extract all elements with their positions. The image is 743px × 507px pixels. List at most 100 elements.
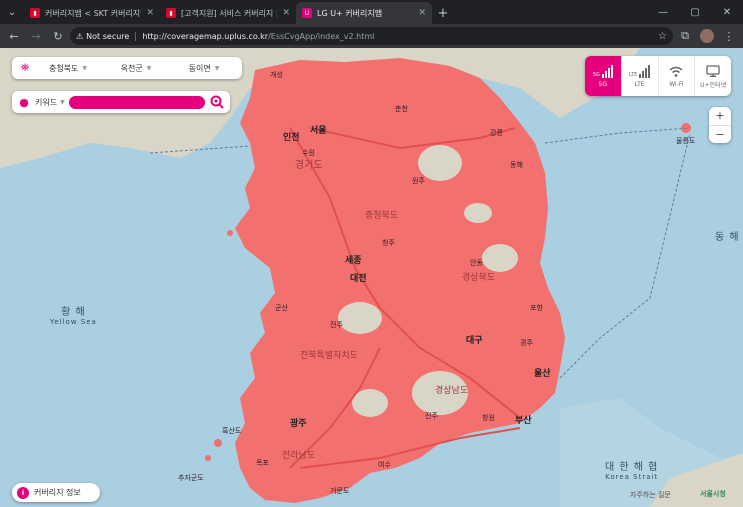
province-label: 경기도 — [295, 160, 323, 171]
place-label: 강릉 — [490, 129, 503, 137]
reload-icon[interactable]: ↻ — [48, 26, 68, 46]
sea-label-strait: 대 한 해 협 Korea Strait — [605, 458, 658, 481]
town-select[interactable]: 동이면 ▼ — [172, 63, 236, 74]
address-bar[interactable]: ⚠ Not secure http://coveragemap.uplus.co… — [70, 27, 673, 45]
place-label: 추자군도 — [178, 474, 204, 482]
network-label: U+인터넷 — [700, 82, 727, 89]
zoom-out-button[interactable]: − — [709, 126, 731, 144]
uncovered-area — [338, 302, 382, 334]
lguplus-favicon-icon: U — [302, 8, 312, 18]
place-label: 대전 — [350, 274, 367, 284]
region-selector: ⛯ 충청북도 ▼ 옥천군 ▼ 동이면 ▼ — [12, 57, 242, 79]
tab-lguplus[interactable]: U LG U+ 커버리지맵 ✕ — [296, 2, 432, 24]
sea-label-east: 동 해 — [715, 228, 740, 243]
url-path: /EssCvgApp/index_v2.html — [268, 31, 375, 41]
place-label: 군산 — [275, 304, 288, 312]
chevron-down-icon: ▼ — [82, 64, 88, 72]
menu-kebab-icon[interactable]: ⋮ — [719, 26, 739, 46]
province-label: 경상남도 — [435, 386, 469, 396]
site-info-button[interactable]: ⚠ Not secure — [76, 31, 137, 41]
place-label: 광주 — [290, 419, 307, 429]
close-window-icon[interactable]: ✕ — [711, 0, 743, 24]
keyword-input[interactable] — [68, 95, 205, 109]
warning-icon: ⚠ — [76, 31, 84, 41]
url-text: http://coveragemap.uplus.co.kr/EssCvgApp… — [142, 32, 374, 41]
extensions-icon[interactable]: ⧉ — [675, 26, 695, 46]
province-select[interactable]: 충청북도 ▼ — [36, 63, 100, 74]
place-label: 안동 — [470, 259, 483, 267]
place-label: 전주 — [330, 321, 343, 329]
tab-search-button[interactable]: ⌄ — [0, 0, 24, 24]
back-arrow-icon[interactable]: ← — [4, 26, 24, 46]
place-label: 개성 — [270, 71, 283, 79]
location-pin-icon: ● — [19, 95, 29, 109]
keyword-search: ● 키워드 ▼ — [12, 91, 230, 113]
tab-title: LG U+ 커버리지맵 — [317, 8, 383, 18]
place-label: 인천 — [283, 133, 300, 143]
tab-kt[interactable]: ▮ [고객지원] 서비스 커버리지 | KT ✕ — [160, 2, 296, 24]
signal-bars-icon: 5G — [593, 64, 613, 78]
keyword-type-label: 키워드 — [35, 97, 58, 107]
chevron-down-icon: ▼ — [214, 64, 220, 72]
keyword-type-select[interactable]: 키워드 ▼ — [35, 97, 65, 108]
place-label: 경주 — [520, 339, 533, 347]
avatar — [700, 29, 714, 43]
place-label: 흑산도 — [222, 427, 242, 435]
coverage-area — [235, 58, 565, 503]
network-wifi-button[interactable]: Wi-Fi — [659, 56, 696, 96]
tab-skt[interactable]: ▮ 커버리지맵 < SKT 커버리지맵 ✕ — [24, 2, 160, 24]
search-icon — [210, 95, 224, 109]
place-label: 창원 — [482, 414, 495, 422]
map-region-icon: ⛯ — [20, 61, 30, 74]
window-controls: — ▢ ✕ — [647, 0, 743, 24]
place-label: 동해 — [510, 161, 523, 169]
network-label: Wi-Fi — [669, 81, 684, 88]
province-label: 전북특별자치도 — [300, 351, 358, 361]
monitor-icon — [706, 63, 720, 77]
forward-arrow-icon[interactable]: → — [26, 26, 46, 46]
maximize-icon[interactable]: ▢ — [679, 0, 711, 24]
network-label: 5G — [598, 81, 608, 88]
coverage-info-button[interactable]: i 커버리지 정보 — [12, 483, 100, 502]
minimize-icon[interactable]: — — [647, 0, 679, 24]
network-lte-button[interactable]: LTE LTE — [622, 56, 659, 96]
uncovered-area — [352, 389, 388, 417]
faq-link[interactable]: 자주하는 질문 — [630, 490, 671, 500]
place-label: 서울 — [310, 126, 327, 136]
network-label: LTE — [634, 81, 645, 88]
sea-name-en: Yellow Sea — [50, 318, 97, 326]
place-label: 울릉도 — [676, 137, 696, 145]
coverage-info-label: 커버리지 정보 — [34, 488, 81, 497]
maritime-border — [544, 127, 691, 144]
new-tab-button[interactable]: + — [432, 2, 454, 24]
bookmark-star-icon[interactable]: ☆ — [658, 31, 667, 42]
network-internet-button[interactable]: U+인터넷 — [695, 56, 731, 96]
coverage-map[interactable]: 개성 서울 인천 수원 경기도 춘천 원주 강릉 동해 충청북도 청주 세종 대… — [0, 48, 743, 507]
town-value: 동이면 — [188, 63, 211, 73]
close-tab-icon[interactable]: ✕ — [418, 8, 426, 18]
close-tab-icon[interactable]: ✕ — [146, 8, 154, 18]
place-label: 여수 — [378, 461, 391, 469]
sea-name-ko: 대 한 해 협 — [605, 462, 659, 473]
profile-avatar[interactable] — [697, 26, 717, 46]
security-label: Not secure — [86, 31, 130, 41]
place-label: 거문도 — [330, 487, 350, 495]
place-label: 세종 — [345, 256, 362, 266]
zoom-in-button[interactable]: + — [709, 107, 731, 126]
browser-toolbar: ← → ↻ ⚠ Not secure http://coveragemap.up… — [0, 24, 743, 48]
chevron-down-icon: ▼ — [146, 64, 152, 72]
network-5g-button[interactable]: 5G 5G — [585, 56, 622, 96]
district-select[interactable]: 옥천군 ▼ — [104, 63, 168, 74]
district-value: 옥천군 — [120, 63, 143, 73]
tab-title: 커버리지맵 < SKT 커버리지맵 — [45, 8, 142, 18]
province-label: 충청북도 — [365, 211, 399, 221]
search-button[interactable] — [209, 94, 225, 110]
tab-title: [고객지원] 서비스 커버리지 | KT — [181, 8, 278, 18]
maritime-border — [559, 132, 691, 379]
place-label: 목포 — [256, 459, 269, 467]
uncovered-area — [482, 244, 518, 272]
place-label: 포항 — [530, 304, 543, 312]
island — [205, 455, 211, 461]
place-label: 대구 — [466, 336, 483, 346]
close-tab-icon[interactable]: ✕ — [282, 8, 290, 18]
